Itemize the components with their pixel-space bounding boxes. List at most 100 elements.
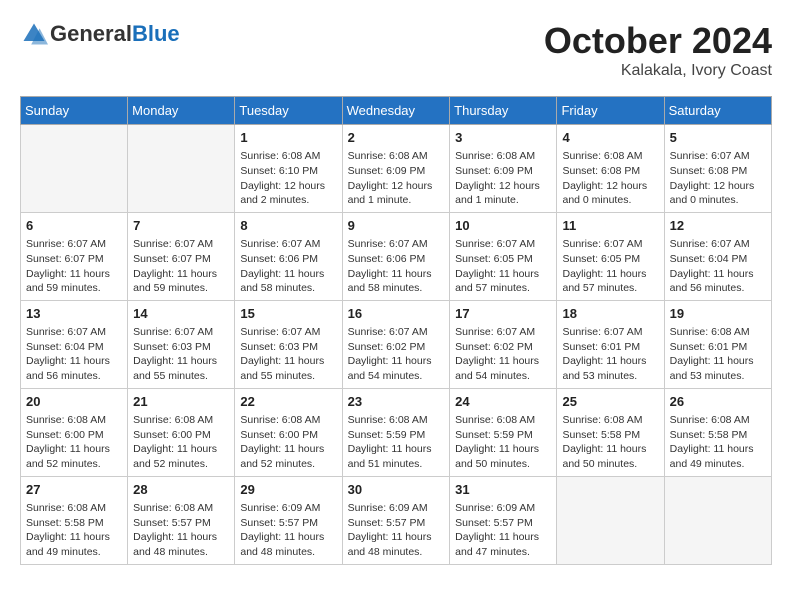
day-info: Sunrise: 6:08 AM Sunset: 6:00 PM Dayligh… (240, 413, 336, 472)
day-info: Sunrise: 6:07 AM Sunset: 6:07 PM Dayligh… (26, 237, 122, 296)
day-info: Sunrise: 6:08 AM Sunset: 6:00 PM Dayligh… (133, 413, 229, 472)
day-number: 18 (562, 305, 658, 323)
day-info: Sunrise: 6:08 AM Sunset: 5:57 PM Dayligh… (133, 501, 229, 560)
calendar-cell: 24Sunrise: 6:08 AM Sunset: 5:59 PM Dayli… (450, 388, 557, 476)
title-block: October 2024 Kalakala, Ivory Coast (544, 20, 772, 80)
calendar-cell: 18Sunrise: 6:07 AM Sunset: 6:01 PM Dayli… (557, 300, 664, 388)
month-title: October 2024 (544, 20, 772, 62)
day-info: Sunrise: 6:07 AM Sunset: 6:03 PM Dayligh… (240, 325, 336, 384)
day-info: Sunrise: 6:08 AM Sunset: 6:08 PM Dayligh… (562, 149, 658, 208)
day-info: Sunrise: 6:08 AM Sunset: 6:10 PM Dayligh… (240, 149, 336, 208)
calendar-cell: 19 Sunrise: 6:08 AM Sunset: 6:01 PM Dayli… (664, 300, 771, 388)
day-number: 29 (240, 481, 336, 499)
calendar-cell (21, 125, 128, 213)
weekday-header: Sunday (21, 97, 128, 125)
day-info: Sunrise: 6:07 AM Sunset: 6:06 PM Dayligh… (240, 237, 336, 296)
calendar-cell (128, 125, 235, 213)
day-info: Sunrise: 6:08 AM Sunset: 5:58 PM Dayligh… (562, 413, 658, 472)
day-info: Sunrise: 6:07 AM Sunset: 6:05 PM Dayligh… (455, 237, 551, 296)
calendar-cell: 10 Sunrise: 6:07 AM Sunset: 6:05 PM Dayli… (450, 212, 557, 300)
calendar-header-row: SundayMondayTuesdayWednesdayThursdayFrid… (21, 97, 772, 125)
calendar-cell: 30 Sunrise: 6:09 AM Sunset: 5:57 PM Dayli… (342, 476, 450, 564)
day-number: 30 (348, 481, 445, 499)
calendar-cell: 3Sunrise: 6:08 AM Sunset: 6:09 PM Daylig… (450, 125, 557, 213)
calendar-cell: 7 Sunrise: 6:07 AM Sunset: 6:07 PM Daylig… (128, 212, 235, 300)
calendar-cell: 22 Sunrise: 6:08 AM Sunset: 6:00 PM Dayli… (235, 388, 342, 476)
day-number: 10 (455, 217, 551, 235)
calendar-cell: 8Sunrise: 6:07 AM Sunset: 6:06 PM Daylig… (235, 212, 342, 300)
calendar-week-row: 20 Sunrise: 6:08 AM Sunset: 6:00 PM Dayli… (21, 388, 772, 476)
day-info: Sunrise: 6:07 AM Sunset: 6:03 PM Dayligh… (133, 325, 229, 384)
day-info: Sunrise: 6:09 AM Sunset: 5:57 PM Dayligh… (348, 501, 445, 560)
logo-blue: Blue (132, 21, 180, 47)
calendar-week-row: 27 Sunrise: 6:08 AM Sunset: 5:58 PM Dayli… (21, 476, 772, 564)
day-info: Sunrise: 6:07 AM Sunset: 6:07 PM Dayligh… (133, 237, 229, 296)
calendar-cell: 27 Sunrise: 6:08 AM Sunset: 5:58 PM Dayli… (21, 476, 128, 564)
day-info: Sunrise: 6:08 AM Sunset: 6:09 PM Dayligh… (348, 149, 445, 208)
day-info: Sunrise: 6:07 AM Sunset: 6:04 PM Dayligh… (26, 325, 122, 384)
calendar-cell: 12Sunrise: 6:07 AM Sunset: 6:04 PM Dayli… (664, 212, 771, 300)
weekday-header: Monday (128, 97, 235, 125)
day-number: 9 (348, 217, 445, 235)
day-info: Sunrise: 6:07 AM Sunset: 6:08 PM Dayligh… (670, 149, 766, 208)
day-info: Sunrise: 6:07 AM Sunset: 6:06 PM Dayligh… (348, 237, 445, 296)
day-number: 28 (133, 481, 229, 499)
calendar-table: SundayMondayTuesdayWednesdayThursdayFrid… (20, 96, 772, 565)
calendar-cell (557, 476, 664, 564)
calendar-cell: 5 Sunrise: 6:07 AM Sunset: 6:08 PM Daylig… (664, 125, 771, 213)
calendar-cell: 14 Sunrise: 6:07 AM Sunset: 6:03 PM Dayli… (128, 300, 235, 388)
weekday-header: Wednesday (342, 97, 450, 125)
calendar-week-row: 6 Sunrise: 6:07 AM Sunset: 6:07 PM Daylig… (21, 212, 772, 300)
calendar-cell: 11 Sunrise: 6:07 AM Sunset: 6:05 PM Dayli… (557, 212, 664, 300)
day-number: 24 (455, 393, 551, 411)
day-number: 21 (133, 393, 229, 411)
day-number: 3 (455, 129, 551, 147)
day-number: 26 (670, 393, 766, 411)
logo-text: General Blue (50, 21, 180, 47)
calendar-cell: 20Sunrise: 6:08 AM Sunset: 6:00 PM Dayli… (21, 388, 128, 476)
day-number: 15 (240, 305, 336, 323)
calendar-cell: 23 Sunrise: 6:08 AM Sunset: 5:59 PM Dayli… (342, 388, 450, 476)
day-info: Sunrise: 6:08 AM Sunset: 5:59 PM Dayligh… (348, 413, 445, 472)
day-number: 27 (26, 481, 122, 499)
calendar-cell: 1 Sunrise: 6:08 AM Sunset: 6:10 PM Daylig… (235, 125, 342, 213)
day-number: 13 (26, 305, 122, 323)
day-number: 16 (348, 305, 445, 323)
day-number: 4 (562, 129, 658, 147)
weekday-header: Saturday (664, 97, 771, 125)
day-number: 25 (562, 393, 658, 411)
calendar-cell: 29Sunrise: 6:09 AM Sunset: 5:57 PM Dayli… (235, 476, 342, 564)
calendar-cell: 25 Sunrise: 6:08 AM Sunset: 5:58 PM Dayli… (557, 388, 664, 476)
calendar-cell: 9 Sunrise: 6:07 AM Sunset: 6:06 PM Daylig… (342, 212, 450, 300)
day-info: Sunrise: 6:08 AM Sunset: 5:58 PM Dayligh… (26, 501, 122, 560)
calendar-cell: 16Sunrise: 6:07 AM Sunset: 6:02 PM Dayli… (342, 300, 450, 388)
calendar-week-row: 13 Sunrise: 6:07 AM Sunset: 6:04 PM Dayli… (21, 300, 772, 388)
day-info: Sunrise: 6:08 AM Sunset: 5:58 PM Dayligh… (670, 413, 766, 472)
day-number: 23 (348, 393, 445, 411)
day-number: 22 (240, 393, 336, 411)
calendar-cell: 31Sunrise: 6:09 AM Sunset: 5:57 PM Dayli… (450, 476, 557, 564)
day-number: 11 (562, 217, 658, 235)
day-info: Sunrise: 6:07 AM Sunset: 6:02 PM Dayligh… (455, 325, 551, 384)
calendar-cell: 26 Sunrise: 6:08 AM Sunset: 5:58 PM Dayli… (664, 388, 771, 476)
day-number: 14 (133, 305, 229, 323)
calendar-cell: 17Sunrise: 6:07 AM Sunset: 6:02 PM Dayli… (450, 300, 557, 388)
day-number: 7 (133, 217, 229, 235)
logo: General Blue (20, 20, 180, 48)
logo-general: General (50, 21, 132, 47)
day-info: Sunrise: 6:08 AM Sunset: 6:01 PM Dayligh… (670, 325, 766, 384)
calendar-cell: 15 Sunrise: 6:07 AM Sunset: 6:03 PM Dayli… (235, 300, 342, 388)
day-number: 6 (26, 217, 122, 235)
calendar-cell (664, 476, 771, 564)
day-info: Sunrise: 6:07 AM Sunset: 6:04 PM Dayligh… (670, 237, 766, 296)
day-number: 20 (26, 393, 122, 411)
day-number: 5 (670, 129, 766, 147)
page-header: General Blue October 2024 Kalakala, Ivor… (20, 20, 772, 80)
day-info: Sunrise: 6:07 AM Sunset: 6:05 PM Dayligh… (562, 237, 658, 296)
day-number: 31 (455, 481, 551, 499)
day-number: 19 (670, 305, 766, 323)
weekday-header: Tuesday (235, 97, 342, 125)
day-number: 1 (240, 129, 336, 147)
calendar-cell: 6 Sunrise: 6:07 AM Sunset: 6:07 PM Daylig… (21, 212, 128, 300)
location: Kalakala, Ivory Coast (544, 62, 772, 80)
